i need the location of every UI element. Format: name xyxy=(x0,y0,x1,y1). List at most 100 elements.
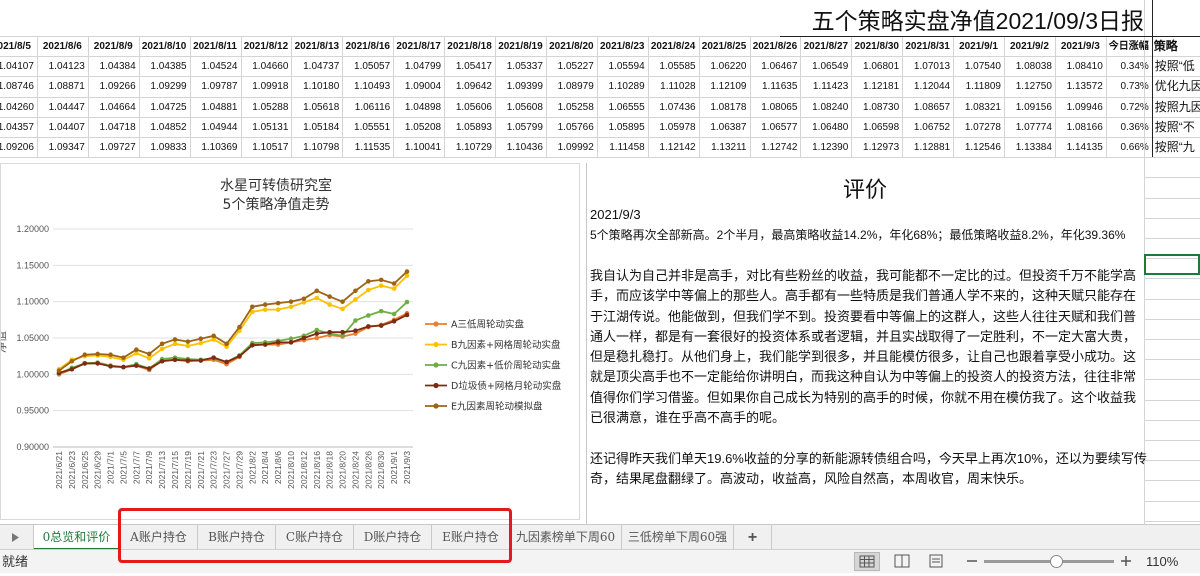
table-cell[interactable]: 1.08321 xyxy=(953,98,1004,117)
table-cell[interactable]: 1.04447 xyxy=(37,98,88,117)
table-cell[interactable]: 1.09206 xyxy=(0,138,37,157)
table-cell[interactable]: 1.08657 xyxy=(902,98,953,117)
table-cell[interactable]: 1.08065 xyxy=(750,98,801,117)
table-cell[interactable]: 1.06549 xyxy=(800,57,851,76)
table-cell[interactable]: 1.04357 xyxy=(0,118,37,137)
strategy-cell[interactable]: 优化九因 xyxy=(1152,77,1200,96)
table-cell[interactable]: 1.09787 xyxy=(190,77,241,96)
table-cell[interactable]: 1.04385 xyxy=(139,57,190,76)
table-cell[interactable]: 1.04664 xyxy=(88,98,139,117)
table-cell[interactable]: 1.05227 xyxy=(546,57,597,76)
table-cell[interactable]: 1.12973 xyxy=(851,138,902,157)
table-cell[interactable]: 1.09833 xyxy=(139,138,190,157)
table-cell[interactable]: 1.06220 xyxy=(699,57,750,76)
table-cell[interactable]: 1.05893 xyxy=(444,118,495,137)
table-cell[interactable]: 1.12181 xyxy=(851,77,902,96)
date-header-cell[interactable]: 2021/8/30 xyxy=(851,37,902,56)
strategy-header-cell[interactable]: 策略 xyxy=(1154,37,1200,56)
table-cell[interactable]: 1.09946 xyxy=(1055,98,1106,117)
table-cell[interactable]: 1.11535 xyxy=(342,138,393,157)
date-header-cell[interactable]: 2021/8/23 xyxy=(597,37,648,56)
date-header-cell[interactable]: 2021/8/9 xyxy=(88,37,139,56)
table-cell[interactable]: 1.06752 xyxy=(902,118,953,137)
table-cell[interactable]: 1.05608 xyxy=(495,98,546,117)
table-cell[interactable]: 1.06801 xyxy=(851,57,902,76)
table-cell[interactable]: 1.10517 xyxy=(241,138,292,157)
date-header-cell[interactable]: 2021/8/18 xyxy=(444,37,495,56)
table-cell[interactable]: 1.07540 xyxy=(953,57,1004,76)
table-cell[interactable]: 1.12390 xyxy=(800,138,851,157)
date-header-cell[interactable]: 2021/8/25 xyxy=(699,37,750,56)
date-header-cell[interactable]: 2021/8/19 xyxy=(495,37,546,56)
date-header-cell[interactable]: 2021/8/31 xyxy=(902,37,953,56)
table-cell[interactable]: 1.13211 xyxy=(699,138,750,157)
table-cell[interactable]: 1.12546 xyxy=(953,138,1004,157)
date-header-cell[interactable]: 2021/9/3 xyxy=(1055,37,1106,56)
zoom-level[interactable]: 110% xyxy=(1146,552,1178,572)
table-cell[interactable]: 1.09399 xyxy=(495,77,546,96)
table-cell[interactable]: 1.05766 xyxy=(546,118,597,137)
table-cell[interactable]: 1.10436 xyxy=(495,138,546,157)
table-cell[interactable]: 1.05184 xyxy=(291,118,342,137)
strategy-cell[interactable]: 按照九因 xyxy=(1152,98,1200,117)
strategy-cell[interactable]: 按照“九 xyxy=(1152,138,1200,157)
sheet-tab[interactable]: 三低榜单下周60强 xyxy=(622,525,734,550)
table-cell[interactable]: 1.10493 xyxy=(342,77,393,96)
date-header-cell[interactable]: 2021/8/13 xyxy=(291,37,342,56)
table-cell[interactable]: 1.08166 xyxy=(1055,118,1106,137)
table-cell[interactable]: 1.05208 xyxy=(393,118,444,137)
table-cell[interactable]: 1.06387 xyxy=(699,118,750,137)
table-cell[interactable]: 1.09299 xyxy=(139,77,190,96)
table-cell[interactable]: 1.04107 xyxy=(0,57,37,76)
zoom-out-button[interactable] xyxy=(964,553,980,569)
table-cell[interactable]: 1.08730 xyxy=(851,98,902,117)
table-cell[interactable]: 1.12742 xyxy=(750,138,801,157)
table-cell[interactable]: 1.05585 xyxy=(648,57,699,76)
table-cell[interactable]: 1.05337 xyxy=(495,57,546,76)
table-cell[interactable]: 1.10180 xyxy=(291,77,342,96)
table-cell[interactable]: 1.11028 xyxy=(648,77,699,96)
table-cell[interactable]: 1.09918 xyxy=(241,77,292,96)
table-cell[interactable]: 1.04725 xyxy=(139,98,190,117)
table-cell[interactable]: 1.07774 xyxy=(1004,118,1055,137)
table-cell[interactable]: 1.05895 xyxy=(597,118,648,137)
table-cell[interactable]: 1.05551 xyxy=(342,118,393,137)
table-cell[interactable]: 1.04660 xyxy=(241,57,292,76)
date-header-cell[interactable]: 2021/8/20 xyxy=(546,37,597,56)
table-cell[interactable]: 1.11458 xyxy=(597,138,648,157)
table-cell[interactable]: 1.12750 xyxy=(1004,77,1055,96)
table-cell[interactable]: 1.09642 xyxy=(444,77,495,96)
table-cell[interactable]: 1.12109 xyxy=(699,77,750,96)
table-cell[interactable]: 1.04718 xyxy=(88,118,139,137)
table-cell[interactable]: 1.06577 xyxy=(750,118,801,137)
table-cell[interactable]: 1.07436 xyxy=(648,98,699,117)
table-cell[interactable]: 1.08410 xyxy=(1055,57,1106,76)
table-cell[interactable]: 1.05131 xyxy=(241,118,292,137)
table-cell[interactable]: 1.12881 xyxy=(902,138,953,157)
table-cell[interactable]: 1.04407 xyxy=(37,118,88,137)
table-cell[interactable]: 1.06555 xyxy=(597,98,648,117)
strategy-cell[interactable]: 按照“低 xyxy=(1152,57,1200,76)
table-cell[interactable]: 1.05978 xyxy=(648,118,699,137)
date-header-cell[interactable]: 2021/8/16 xyxy=(342,37,393,56)
table-cell[interactable]: 1.05057 xyxy=(342,57,393,76)
spreadsheet-grid[interactable]: 五个策略实盘净值2021/09/3日报 2021/8/52021/8/62021… xyxy=(0,0,1200,524)
table-cell[interactable]: 1.06598 xyxy=(851,118,902,137)
date-header-cell[interactable]: 2021/8/26 xyxy=(750,37,801,56)
table-cell[interactable]: 1.09992 xyxy=(546,138,597,157)
table-cell[interactable]: 1.05288 xyxy=(241,98,292,117)
table-cell[interactable]: 1.09156 xyxy=(1004,98,1055,117)
table-cell[interactable]: 1.12044 xyxy=(902,77,953,96)
zoom-in-button[interactable] xyxy=(1118,553,1134,569)
table-cell[interactable]: 1.07278 xyxy=(953,118,1004,137)
date-header-cell[interactable]: 2021/8/11 xyxy=(190,37,241,56)
table-cell[interactable]: 1.09347 xyxy=(37,138,88,157)
table-cell[interactable]: 1.12142 xyxy=(648,138,699,157)
table-cell[interactable]: 1.04260 xyxy=(0,98,37,117)
table-cell[interactable]: 1.08240 xyxy=(800,98,851,117)
table-cell[interactable]: 1.08178 xyxy=(699,98,750,117)
table-cell[interactable]: 1.14135 xyxy=(1055,138,1106,157)
table-cell[interactable]: 1.10729 xyxy=(444,138,495,157)
table-cell[interactable]: 1.10798 xyxy=(291,138,342,157)
selected-cell[interactable] xyxy=(1144,254,1200,275)
